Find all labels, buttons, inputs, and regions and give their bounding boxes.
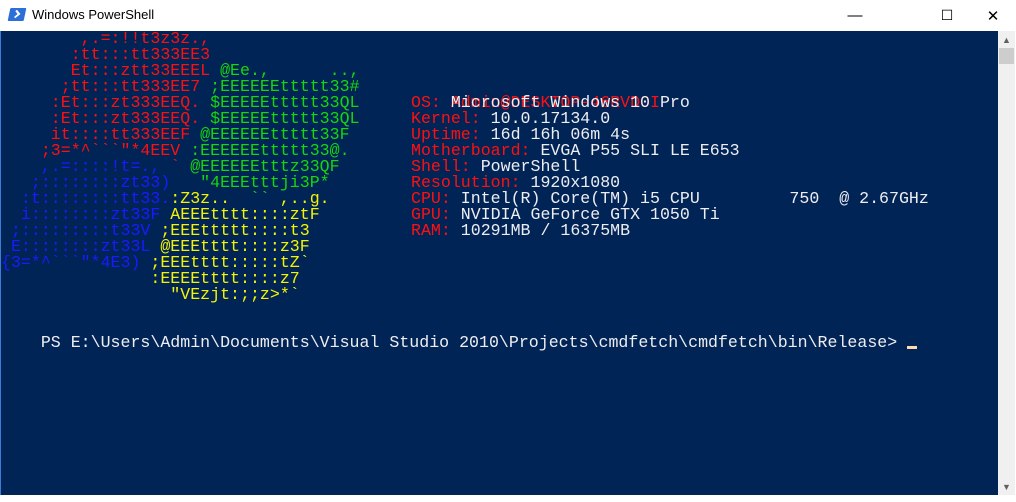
ascii-art-row: "VEzjt:;;z>*` [1,285,300,304]
info-row: RAM: 10291MB / 16375MB [411,221,631,240]
scroll-up-icon[interactable]: ▲ [998,31,1015,48]
info-label: RAM: [411,221,451,240]
info-value: 10291MB / 16375MB [450,221,631,240]
scroll-thumb[interactable] [999,48,1014,64]
minimize-button[interactable]: — [832,0,878,31]
maximize-button[interactable]: ☐ [924,0,970,31]
window-bottom-edge [0,495,1016,502]
console-output[interactable]: Admin@DESKTOP-46RVDOI PS E:\Users\Admin\… [1,31,998,495]
powershell-icon [7,8,27,21]
prompt-text: PS E:\Users\Admin\Documents\Visual Studi… [40,333,908,352]
text-cursor [907,346,918,349]
ascii-art-segment: "VEzjt:;;z>*` [1,285,300,304]
scroll-down-icon[interactable]: ▼ [998,478,1015,495]
prompt-line[interactable]: PS E:\Users\Admin\Documents\Visual Studi… [1,319,918,351]
window-title: Windows PowerShell [32,7,155,22]
vertical-scrollbar[interactable]: ▲ ▼ [998,31,1015,495]
close-button[interactable]: ✕ [970,0,1016,31]
title-bar[interactable]: Windows PowerShell — ☐ ✕ [0,0,1016,31]
